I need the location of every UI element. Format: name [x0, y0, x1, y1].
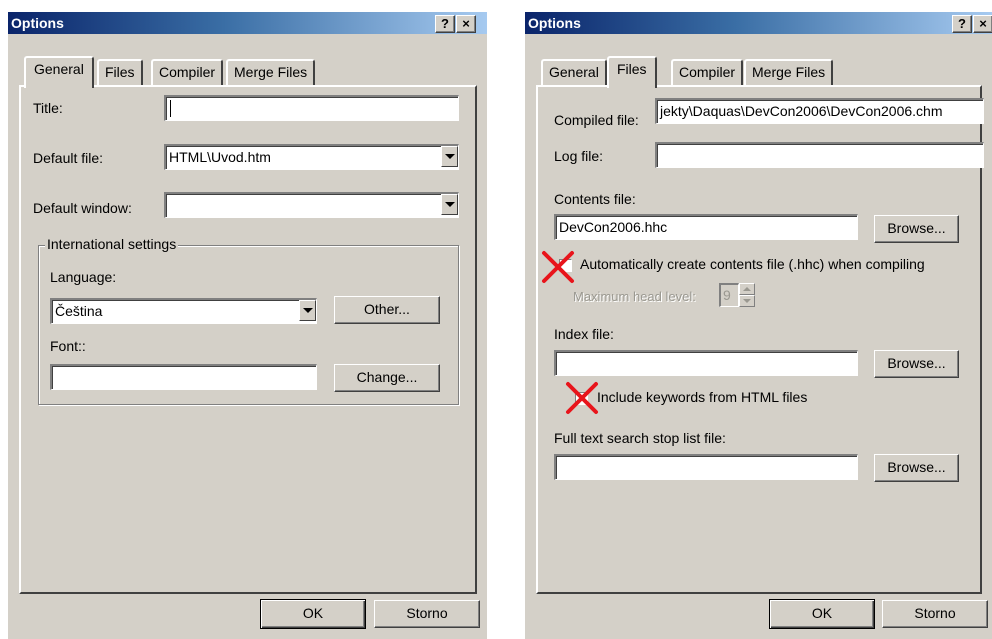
default-file-select[interactable]: HTML\Uvod.htm	[164, 144, 459, 170]
default-file-value: HTML\Uvod.htm	[169, 149, 271, 165]
include-keywords-label[interactable]: Include keywords from HTML files	[597, 389, 807, 405]
tab-compiler[interactable]: Compiler	[151, 59, 224, 86]
close-button[interactable]: ×	[456, 15, 476, 33]
tab-general[interactable]: General	[541, 59, 607, 86]
red-x-mark-icon	[566, 382, 598, 414]
chevron-down-icon[interactable]	[441, 146, 458, 167]
tab-merge-files[interactable]: Merge Files	[226, 59, 316, 86]
options-dialog-general: Options ? × General Files Compiler Merge…	[8, 12, 487, 639]
index-file-label: Index file:	[554, 326, 614, 342]
compiled-file-value: jekty\Daquas\DevCon2006\DevCon2006.chm	[660, 103, 943, 119]
font-input[interactable]	[50, 364, 317, 390]
index-file-input[interactable]	[554, 350, 858, 376]
other-button[interactable]: Other...	[334, 296, 440, 324]
max-head-level-label: Maximum head level:	[573, 289, 696, 304]
cancel-button[interactable]: Storno	[882, 600, 988, 628]
chevron-down-icon[interactable]	[441, 194, 458, 215]
change-button[interactable]: Change...	[334, 364, 440, 392]
cancel-button[interactable]: Storno	[374, 600, 480, 628]
font-label: Font::	[50, 338, 86, 354]
tab-files[interactable]: Files	[607, 56, 657, 88]
language-value: Čeština	[55, 303, 103, 319]
red-x-mark-icon	[542, 251, 574, 283]
spin-up-icon[interactable]	[739, 283, 755, 295]
help-button[interactable]: ?	[435, 15, 455, 33]
contents-file-input[interactable]: DevCon2006.hhc	[554, 214, 858, 240]
spin-down-icon[interactable]	[739, 295, 755, 307]
browse-index-button[interactable]: Browse...	[874, 350, 959, 378]
browse-stop-list-button[interactable]: Browse...	[874, 454, 959, 482]
ok-button[interactable]: OK	[260, 599, 366, 629]
title-label: Title:	[33, 100, 63, 116]
contents-file-value: DevCon2006.hhc	[559, 219, 668, 235]
stop-list-label: Full text search stop list file:	[554, 430, 726, 446]
tab-compiler[interactable]: Compiler	[671, 59, 744, 86]
default-window-select[interactable]	[164, 192, 459, 218]
dialog-title: Options	[11, 15, 64, 31]
text-caret	[170, 100, 171, 117]
title-input[interactable]	[164, 95, 459, 121]
options-dialog-files: Options ? × General Files Compiler Merge…	[525, 12, 992, 639]
default-file-label: Default file:	[33, 150, 104, 166]
international-settings-legend: International settings	[45, 236, 179, 252]
compiled-file-label: Compiled file:	[554, 112, 639, 128]
max-head-level-value: 9	[719, 283, 739, 307]
stop-list-input[interactable]	[554, 454, 858, 480]
contents-file-label: Contents file:	[554, 191, 636, 207]
tab-general[interactable]: General	[24, 56, 94, 88]
default-window-label: Default window:	[33, 200, 132, 216]
log-file-label: Log file:	[554, 148, 604, 164]
compiled-file-input[interactable]: jekty\Daquas\DevCon2006\DevCon2006.chm	[655, 98, 984, 124]
language-select[interactable]: Čeština	[50, 298, 317, 324]
help-button[interactable]: ?	[952, 15, 972, 33]
chevron-down-icon[interactable]	[299, 300, 316, 321]
tab-merge-files[interactable]: Merge Files	[744, 59, 834, 86]
close-button[interactable]: ×	[973, 15, 992, 33]
dialog-title: Options	[528, 15, 581, 31]
log-file-input[interactable]	[655, 142, 984, 168]
tab-files[interactable]: Files	[97, 59, 143, 86]
language-label: Language:	[50, 269, 117, 285]
auto-create-contents-label[interactable]: Automatically create contents file (.hhc…	[580, 256, 925, 272]
title-bar[interactable]: Options ? ×	[525, 12, 992, 34]
max-head-level-spinner[interactable]: 9	[719, 283, 755, 307]
browse-contents-button[interactable]: Browse...	[874, 215, 959, 243]
title-bar[interactable]: Options ? ×	[8, 12, 487, 34]
ok-button[interactable]: OK	[769, 599, 875, 629]
